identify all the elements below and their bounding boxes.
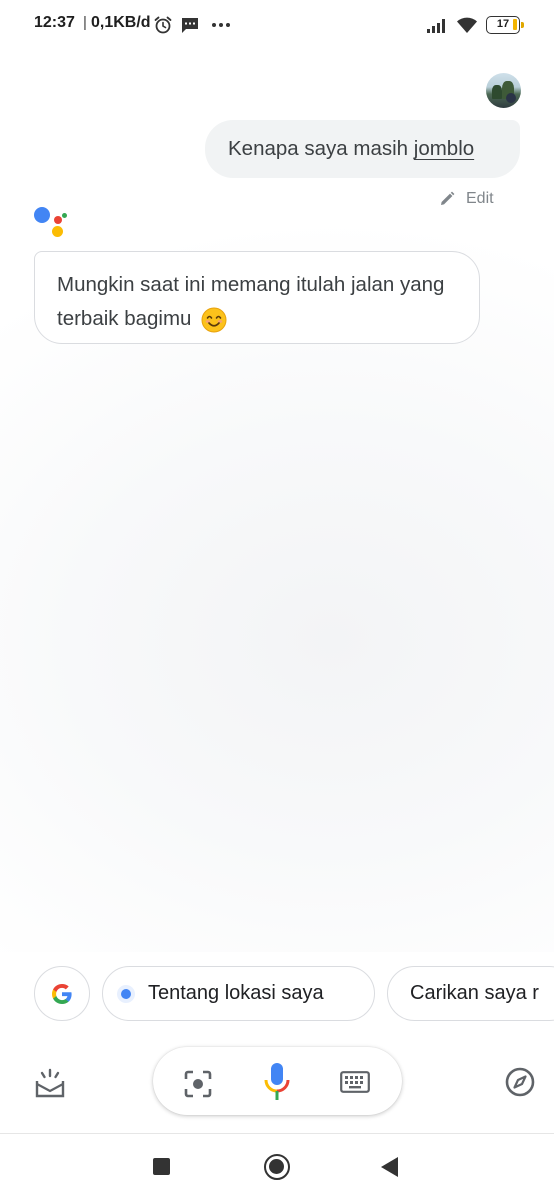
suggestion-chip-label: Tentang lokasi saya bbox=[148, 982, 324, 1004]
user-query-text: Kenapa saya masih jomblo bbox=[228, 137, 474, 161]
user-avatar[interactable] bbox=[486, 73, 521, 108]
status-bar: 12:37 | 0,1KB/d 17 bbox=[0, 0, 554, 52]
user-query-prefix: Kenapa saya masih bbox=[228, 137, 414, 160]
snapshot-icon[interactable] bbox=[34, 1067, 66, 1099]
suggestion-chip-search[interactable]: Carikan saya r bbox=[387, 966, 554, 1021]
pencil-icon bbox=[441, 191, 455, 205]
edit-label: Edit bbox=[466, 190, 494, 207]
nav-divider bbox=[0, 1133, 554, 1134]
clock: 12:37 bbox=[34, 14, 75, 31]
edit-query-button[interactable]: Edit bbox=[438, 188, 494, 210]
user-query-underlined-word: jomblo bbox=[413, 137, 475, 160]
message-icon bbox=[182, 18, 198, 33]
back-button[interactable] bbox=[381, 1157, 398, 1177]
assistant-screen: 12:37 | 0,1KB/d 17 Kenapa saya masih jom… bbox=[0, 0, 554, 1200]
battery-icon: 17 bbox=[486, 16, 524, 34]
alarm-icon bbox=[154, 16, 172, 34]
suggestion-chip-label: Carikan saya r bbox=[410, 982, 539, 1004]
google-g-icon bbox=[52, 983, 72, 1004]
smiling-face-emoji-icon bbox=[201, 307, 227, 333]
assistant-reply-content: Mungkin saat ini memang itulah jalan yan… bbox=[57, 273, 445, 330]
battery-level: 17 bbox=[496, 18, 510, 30]
status-separator: | bbox=[83, 14, 87, 31]
voice-input-bar bbox=[153, 1047, 402, 1115]
explore-compass-icon[interactable] bbox=[504, 1066, 536, 1098]
assistant-reply-bubble: Mungkin saat ini memang itulah jalan yan… bbox=[34, 251, 480, 344]
suggestion-chip-location[interactable]: Tentang lokasi saya bbox=[102, 966, 375, 1021]
keyboard-icon[interactable] bbox=[340, 1071, 370, 1093]
more-dots-icon bbox=[212, 23, 230, 27]
recents-button[interactable] bbox=[153, 1158, 170, 1175]
mic-icon[interactable] bbox=[263, 1062, 291, 1102]
google-search-chip[interactable] bbox=[34, 966, 90, 1021]
user-query-bubble[interactable]: Kenapa saya masih jomblo bbox=[205, 120, 520, 178]
network-speed: 0,1KB/d bbox=[91, 14, 151, 31]
wifi-icon bbox=[457, 17, 477, 33]
assistant-reply-text: Mungkin saat ini memang itulah jalan yan… bbox=[57, 268, 467, 336]
location-dot-icon bbox=[117, 984, 135, 1003]
signal-icon bbox=[427, 19, 445, 33]
home-button[interactable] bbox=[264, 1154, 290, 1180]
google-assistant-logo bbox=[34, 207, 68, 239]
lens-icon[interactable] bbox=[183, 1069, 213, 1099]
